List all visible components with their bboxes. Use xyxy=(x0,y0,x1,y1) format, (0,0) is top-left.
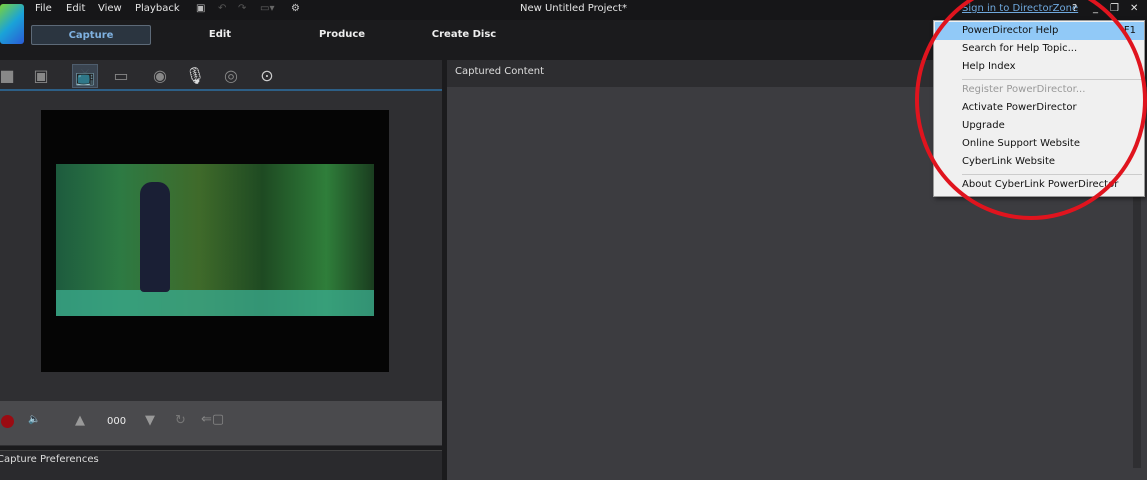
camcorder-icon[interactable]: ■ xyxy=(0,64,20,88)
close-button[interactable]: ✕ xyxy=(1130,3,1138,14)
redo-icon[interactable]: ↷ xyxy=(238,3,246,14)
microphone-icon[interactable]: 🎙 xyxy=(182,64,208,88)
gear-icon[interactable]: ⚙ xyxy=(291,3,300,14)
capture-preferences-title: Capture Preferences xyxy=(0,454,99,465)
video-frame-person xyxy=(140,182,170,292)
hdv-camera-icon[interactable]: ▣ xyxy=(28,64,54,88)
digital-tv-icon[interactable]: ▭ xyxy=(108,64,134,88)
layout-icon[interactable]: ▭▾ xyxy=(260,3,274,14)
video-frame-grass xyxy=(56,290,374,316)
tab-produce[interactable]: Produce xyxy=(302,25,382,45)
menu-file[interactable]: File xyxy=(35,3,52,14)
restore-button[interactable]: ❐ xyxy=(1110,3,1119,14)
menu-playback[interactable]: Playback xyxy=(135,3,180,14)
channel-down-button[interactable]: ▼ xyxy=(145,413,155,428)
channel-counter: 000 xyxy=(107,416,127,427)
app-logo xyxy=(0,4,24,44)
refresh-icon[interactable]: ↻ xyxy=(175,413,186,428)
volume-icon[interactable]: 🔈 xyxy=(28,414,40,425)
capture-preferences-panel: Capture Preferences xyxy=(0,450,442,480)
undo-icon[interactable]: ↶ xyxy=(218,3,226,14)
captured-content-title: Captured Content xyxy=(455,66,545,77)
save-icon[interactable]: ▣ xyxy=(196,3,205,14)
window-title: New Untitled Project* xyxy=(520,3,627,14)
webcam-icon[interactable]: ◉ xyxy=(147,64,173,88)
channel-up-button[interactable]: ▲ xyxy=(75,413,85,428)
tab-capture[interactable]: Capture xyxy=(31,25,151,45)
menu-edit[interactable]: Edit xyxy=(66,3,85,14)
input-source-icon[interactable]: ⇐▢ xyxy=(201,412,224,427)
tab-create-disc[interactable]: Create Disc xyxy=(424,25,504,45)
record-button[interactable] xyxy=(1,415,14,428)
dvd-capture-icon[interactable]: ⊙ xyxy=(254,64,280,88)
menu-view[interactable]: View xyxy=(98,3,122,14)
tab-edit[interactable]: Edit xyxy=(180,25,260,45)
cd-icon[interactable]: ◎ xyxy=(218,64,244,88)
tv-capture-icon[interactable]: 📺 xyxy=(72,64,98,88)
